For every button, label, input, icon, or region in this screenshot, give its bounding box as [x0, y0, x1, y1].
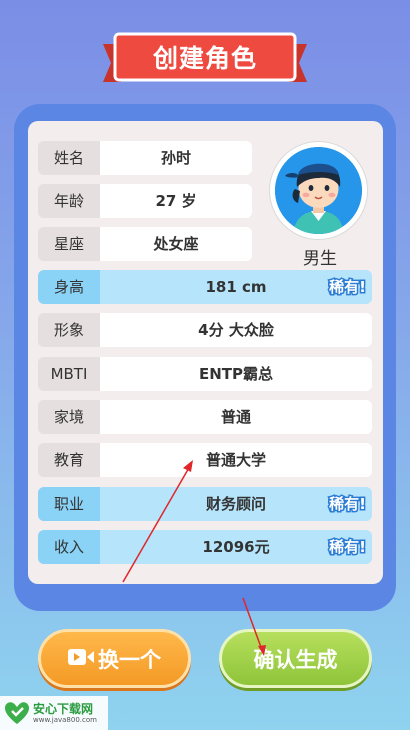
- rare-badge: 稀有!: [328, 277, 368, 298]
- attribute-row: 身高 181 cm 稀有!: [38, 270, 372, 304]
- age-row: 年龄 27 岁: [38, 184, 252, 218]
- attribute-row: 收入 12096元 稀有!: [38, 530, 372, 564]
- attribute-label: 家境: [38, 400, 100, 434]
- watermark: 安心下载网 www.java800.com: [0, 696, 108, 730]
- avatar: [270, 142, 367, 239]
- watermark-name: 安心下载网: [33, 702, 94, 716]
- page-title: 创建角色: [152, 44, 257, 73]
- age-label: 年龄: [38, 184, 100, 218]
- attribute-label: 形象: [38, 313, 100, 347]
- title-ribbon: 创建角色: [103, 30, 307, 88]
- zodiac-value: 处女座: [100, 227, 252, 261]
- name-row: 姓名 孙时: [38, 141, 252, 175]
- confirm-button[interactable]: 确认生成: [219, 629, 372, 688]
- attribute-label: 职业: [38, 487, 100, 521]
- video-camera-icon: [68, 631, 94, 687]
- swap-button[interactable]: 换一个: [38, 629, 191, 688]
- rare-badge: 稀有!: [328, 494, 368, 515]
- attribute-row: 家境 普通: [38, 400, 372, 434]
- attribute-label: 收入: [38, 530, 100, 564]
- attribute-row: 职业 财务顾问 稀有!: [38, 487, 372, 521]
- name-label: 姓名: [38, 141, 100, 175]
- confirm-button-label: 确认生成: [253, 648, 338, 672]
- swap-button-label: 换一个: [98, 648, 161, 672]
- attribute-row: 形象 4分 大众脸: [38, 313, 372, 347]
- attribute-row: 教育 普通大学: [38, 443, 372, 477]
- attribute-value: 4分 大众脸: [100, 313, 372, 347]
- attribute-label: MBTI: [38, 357, 100, 391]
- attribute-value: 普通: [100, 400, 372, 434]
- attribute-label: 身高: [38, 270, 100, 304]
- attribute-label: 教育: [38, 443, 100, 477]
- name-value: 孙时: [100, 141, 252, 175]
- attribute-row: MBTI ENTP霸总: [38, 357, 372, 391]
- rare-badge: 稀有!: [328, 537, 368, 558]
- age-value: 27 岁: [100, 184, 252, 218]
- attribute-value: ENTP霸总: [100, 357, 372, 391]
- gender-label: 男生: [303, 249, 337, 269]
- boy-avatar-icon: [275, 147, 362, 234]
- zodiac-row: 星座 处女座: [38, 227, 252, 261]
- attribute-value: 普通大学: [100, 443, 372, 477]
- zodiac-label: 星座: [38, 227, 100, 261]
- watermark-logo-icon: [5, 702, 29, 724]
- watermark-url: www.java800.com: [33, 716, 97, 724]
